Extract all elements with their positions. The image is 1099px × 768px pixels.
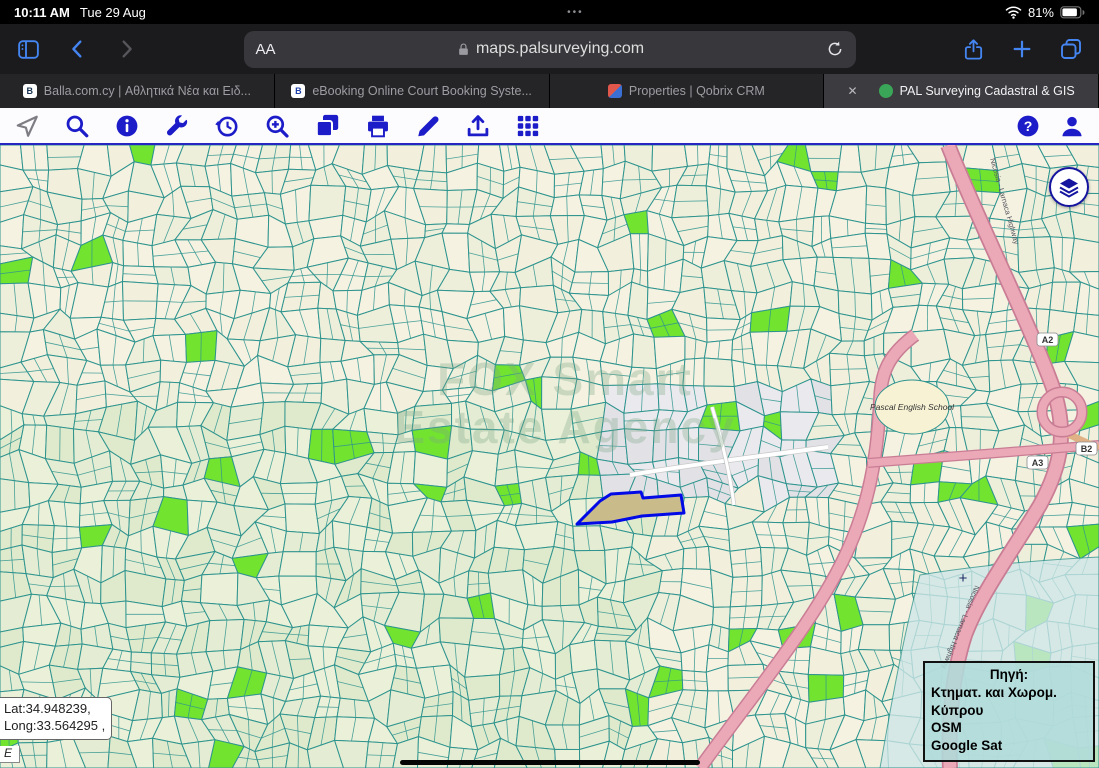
favicon-ebooking: B — [291, 84, 306, 98]
battery-icon — [1060, 5, 1085, 19]
tab-pal-surveying[interactable]: ✕ PAL Surveying Cadastral & GIS — [824, 74, 1099, 108]
plus-marker: + — [959, 570, 968, 587]
account-button[interactable] — [1059, 113, 1085, 139]
status-bar: 10:11 AM Tue 29 Aug ••• 81% — [0, 0, 1099, 24]
layers-button[interactable] — [1049, 167, 1089, 207]
svg-text:B2: B2 — [1081, 444, 1093, 454]
map-source-legend: Πηγή: Κτηματ. και Χωρομ. Κύπρου OSM Goog… — [923, 660, 1095, 762]
grid-button[interactable] — [515, 113, 541, 139]
legend-item: OSM — [931, 720, 962, 736]
tab-qobrix[interactable]: Properties | Qobrix CRM — [549, 74, 825, 108]
layers-icon — [1057, 175, 1081, 199]
tab-label: Properties | Qobrix CRM — [628, 84, 765, 98]
tab-label: eBooking Online Court Booking Syste... — [312, 84, 532, 98]
favicon-balla: B — [22, 84, 37, 98]
legend-item: Κτηματ. και Χωρομ. Κύπρου — [931, 684, 1057, 718]
reload-button[interactable] — [826, 40, 844, 58]
favicon-pal-surveying — [878, 84, 893, 98]
locate-button[interactable] — [14, 113, 40, 139]
watermark-line1: FOX Smart — [437, 353, 693, 405]
svg-text:A2: A2 — [1042, 335, 1054, 345]
route-shield-a3: A3 — [1026, 455, 1049, 470]
lock-icon — [457, 42, 470, 57]
svg-text:A3: A3 — [1032, 458, 1044, 468]
safari-toolbar: AA maps.palsurveying.com — [0, 24, 1099, 74]
tab-overview-button[interactable] — [1059, 37, 1083, 61]
address-bar[interactable]: AA maps.palsurveying.com — [243, 30, 856, 68]
hemisphere-label: E — [0, 746, 21, 763]
tab-label: PAL Surveying Cadastral & GIS — [899, 84, 1075, 98]
tab-ebooking[interactable]: B eBooking Online Court Booking Syste... — [274, 74, 550, 108]
wifi-icon — [1005, 5, 1022, 19]
route-shield-a2: A2 — [1036, 332, 1059, 347]
help-button[interactable]: ? — [1015, 113, 1041, 139]
legend-title: Πηγή: — [989, 666, 1029, 682]
longitude-value: Long:33.564295 , — [4, 717, 106, 733]
multitask-dots: ••• — [567, 6, 584, 18]
url-text: maps.palsurveying.com — [475, 40, 645, 57]
reader-options-button[interactable]: AA — [256, 41, 276, 58]
tools-button[interactable] — [164, 113, 190, 139]
history-button[interactable] — [214, 113, 240, 139]
coordinates-readout: Lat:34.948239, Long:33.564295 , — [0, 697, 113, 740]
legend-item: Google Sat — [931, 738, 1003, 754]
clock-time: 10:11 AM — [14, 4, 70, 20]
home-indicator[interactable] — [399, 760, 700, 765]
map-toolbar: ? — [0, 108, 1099, 145]
info-button[interactable] — [114, 113, 140, 139]
windows-button[interactable] — [314, 112, 341, 139]
back-button[interactable] — [67, 38, 89, 60]
upload-button[interactable] — [465, 113, 491, 139]
tab-bar: B Balla.com.cy | Αθλητικά Νέα και Ειδ...… — [0, 74, 1099, 108]
sidebar-toggle-button[interactable] — [16, 37, 41, 62]
draw-button[interactable] — [415, 113, 441, 139]
tab-balla[interactable]: B Balla.com.cy | Αθλητικά Νέα και Ειδ... — [0, 74, 275, 108]
map-area: Pascal English School FOX Smart Estate A… — [0, 145, 1099, 768]
battery-percent: 81% — [1027, 4, 1054, 20]
watermark-line2: Estate Agency — [394, 401, 735, 453]
search-button[interactable] — [64, 113, 90, 139]
svg-text:?: ? — [1024, 117, 1033, 133]
forward-button[interactable] — [115, 38, 137, 60]
close-tab-icon[interactable]: ✕ — [848, 84, 858, 98]
tab-label: Balla.com.cy | Αθλητικά Νέα και Ειδ... — [43, 84, 251, 98]
zoom-in-button[interactable] — [264, 113, 290, 139]
new-tab-button[interactable] — [1011, 38, 1033, 60]
school-label: Pascal English School — [870, 402, 955, 412]
clock-date: Tue 29 Aug — [79, 4, 146, 20]
share-button[interactable] — [962, 38, 985, 61]
latitude-value: Lat:34.948239, — [4, 701, 91, 716]
favicon-qobrix — [607, 84, 622, 98]
route-shield-b2: B2 — [1075, 441, 1098, 456]
print-button[interactable] — [365, 113, 391, 139]
